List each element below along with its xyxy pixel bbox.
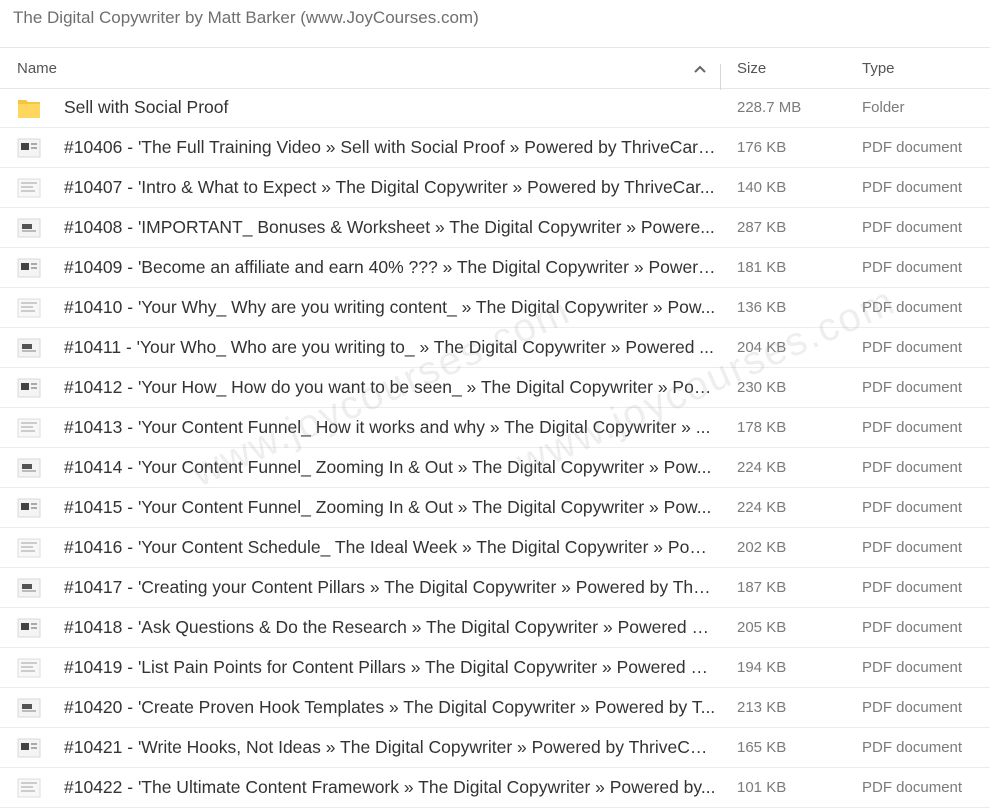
file-size: 101 KB [737,779,787,796]
file-row[interactable]: #10409 - 'Become an affiliate and earn 4… [0,248,990,288]
file-size: 178 KB [737,419,787,436]
file-name[interactable]: #10407 - 'Intro & What to Expect » The D… [64,168,716,207]
pdf-thumbnail-icon [17,777,41,799]
file-type: PDF document [862,499,963,516]
folder-row[interactable]: Sell with Social Proof 228.7 MB Folder [0,88,990,128]
file-name[interactable]: #10419 - 'List Pain Points for Content P… [64,648,716,687]
file-row[interactable]: #10414 - 'Your Content Funnel_ Zooming I… [0,448,990,488]
file-size: 140 KB [737,179,787,196]
pdf-thumbnail-icon [17,177,41,199]
pdf-thumbnail-icon [17,537,41,559]
file-row[interactable]: #10412 - 'Your How_ How do you want to b… [0,368,990,408]
file-size: 136 KB [737,299,787,316]
chevron-up-icon[interactable] [692,48,708,89]
file-type: PDF document [862,179,963,196]
file-name[interactable]: Sell with Social Proof [64,88,716,127]
file-name[interactable]: #10412 - 'Your How_ How do you want to b… [64,368,716,407]
file-size: 230 KB [737,379,787,396]
file-name[interactable]: #10413 - 'Your Content Funnel_ How it wo… [64,408,716,447]
file-list: Sell with Social Proof 228.7 MB Folder #104… [0,88,990,808]
column-resize-handle[interactable] [720,64,721,90]
file-name[interactable]: #10406 - 'The Full Training Video » Sell… [64,128,716,167]
file-row[interactable]: #10420 - 'Create Proven Hook Templates »… [0,688,990,728]
file-row[interactable]: #10413 - 'Your Content Funnel_ How it wo… [0,408,990,448]
file-row[interactable]: #10416 - 'Your Content Schedule_ The Ide… [0,528,990,568]
file-type: PDF document [862,259,963,276]
file-size: 204 KB [737,339,787,356]
pdf-thumbnail-icon [17,217,41,239]
file-type: PDF document [862,739,963,756]
file-size: 287 KB [737,219,787,236]
file-type: PDF document [862,139,963,156]
file-row[interactable]: #10407 - 'Intro & What to Expect » The D… [0,168,990,208]
column-header-type[interactable]: Type [862,48,895,89]
file-row[interactable]: #10421 - 'Write Hooks, Not Ideas » The D… [0,728,990,768]
file-name[interactable]: #10417 - 'Creating your Content Pillars … [64,568,716,607]
file-size: 205 KB [737,619,787,636]
file-type: Folder [862,99,905,116]
file-name[interactable]: #10408 - 'IMPORTANT_ Bonuses & Worksheet… [64,208,716,247]
file-type: PDF document [862,379,963,396]
file-row[interactable]: #10417 - 'Creating your Content Pillars … [0,568,990,608]
file-type: PDF document [862,619,963,636]
pdf-thumbnail-icon [17,457,41,479]
file-name[interactable]: #10414 - 'Your Content Funnel_ Zooming I… [64,448,716,487]
pdf-thumbnail-icon [17,297,41,319]
pdf-thumbnail-icon [17,737,41,759]
file-size: 194 KB [737,659,787,676]
file-name[interactable]: #10420 - 'Create Proven Hook Templates »… [64,688,716,727]
pdf-thumbnail-icon [17,377,41,399]
file-type: PDF document [862,699,963,716]
file-name[interactable]: #10411 - 'Your Who_ Who are you writing … [64,328,716,367]
pdf-thumbnail-icon [17,617,41,639]
file-type: PDF document [862,219,963,236]
file-size: 224 KB [737,459,787,476]
file-size: 202 KB [737,539,787,556]
file-row[interactable]: #10415 - 'Your Content Funnel_ Zooming I… [0,488,990,528]
file-name[interactable]: #10409 - 'Become an affiliate and earn 4… [64,248,716,287]
file-name[interactable]: #10422 - 'The Ultimate Content Framework… [64,768,716,807]
folder-icon [17,97,41,119]
file-size: 213 KB [737,699,787,716]
file-type: PDF document [862,579,963,596]
file-name[interactable]: #10410 - 'Your Why_ Why are you writing … [64,288,716,327]
file-size: 181 KB [737,259,787,276]
file-type: PDF document [862,659,963,676]
file-type: PDF document [862,339,963,356]
pdf-thumbnail-icon [17,337,41,359]
file-row[interactable]: #10422 - 'The Ultimate Content Framework… [0,768,990,808]
file-row[interactable]: #10419 - 'List Pain Points for Content P… [0,648,990,688]
pdf-thumbnail-icon [17,577,41,599]
file-name[interactable]: #10421 - 'Write Hooks, Not Ideas » The D… [64,728,716,767]
file-name[interactable]: #10418 - 'Ask Questions & Do the Researc… [64,608,716,647]
column-header-row: Name Size Type [0,47,990,90]
file-type: PDF document [862,419,963,436]
file-type: PDF document [862,459,963,476]
file-type: PDF document [862,539,963,556]
file-row[interactable]: #10411 - 'Your Who_ Who are you writing … [0,328,990,368]
file-type: PDF document [862,299,963,316]
file-size: 165 KB [737,739,787,756]
file-type: PDF document [862,779,963,796]
file-size: 176 KB [737,139,787,156]
column-header-name[interactable]: Name [17,48,57,89]
column-header-size[interactable]: Size [737,48,766,89]
pdf-thumbnail-icon [17,497,41,519]
file-row[interactable]: #10410 - 'Your Why_ Why are you writing … [0,288,990,328]
file-row[interactable]: #10408 - 'IMPORTANT_ Bonuses & Worksheet… [0,208,990,248]
file-name[interactable]: #10415 - 'Your Content Funnel_ Zooming I… [64,488,716,527]
file-row[interactable]: #10418 - 'Ask Questions & Do the Researc… [0,608,990,648]
pdf-thumbnail-icon [17,257,41,279]
file-row[interactable]: #10406 - 'The Full Training Video » Sell… [0,128,990,168]
pdf-thumbnail-icon [17,137,41,159]
file-size: 224 KB [737,499,787,516]
file-size: 228.7 MB [737,99,802,116]
pdf-thumbnail-icon [17,417,41,439]
pdf-thumbnail-icon [17,697,41,719]
file-size: 187 KB [737,579,787,596]
window-title: The Digital Copywriter by Matt Barker (w… [13,8,479,27]
pdf-thumbnail-icon [17,657,41,679]
file-name[interactable]: #10416 - 'Your Content Schedule_ The Ide… [64,528,716,567]
